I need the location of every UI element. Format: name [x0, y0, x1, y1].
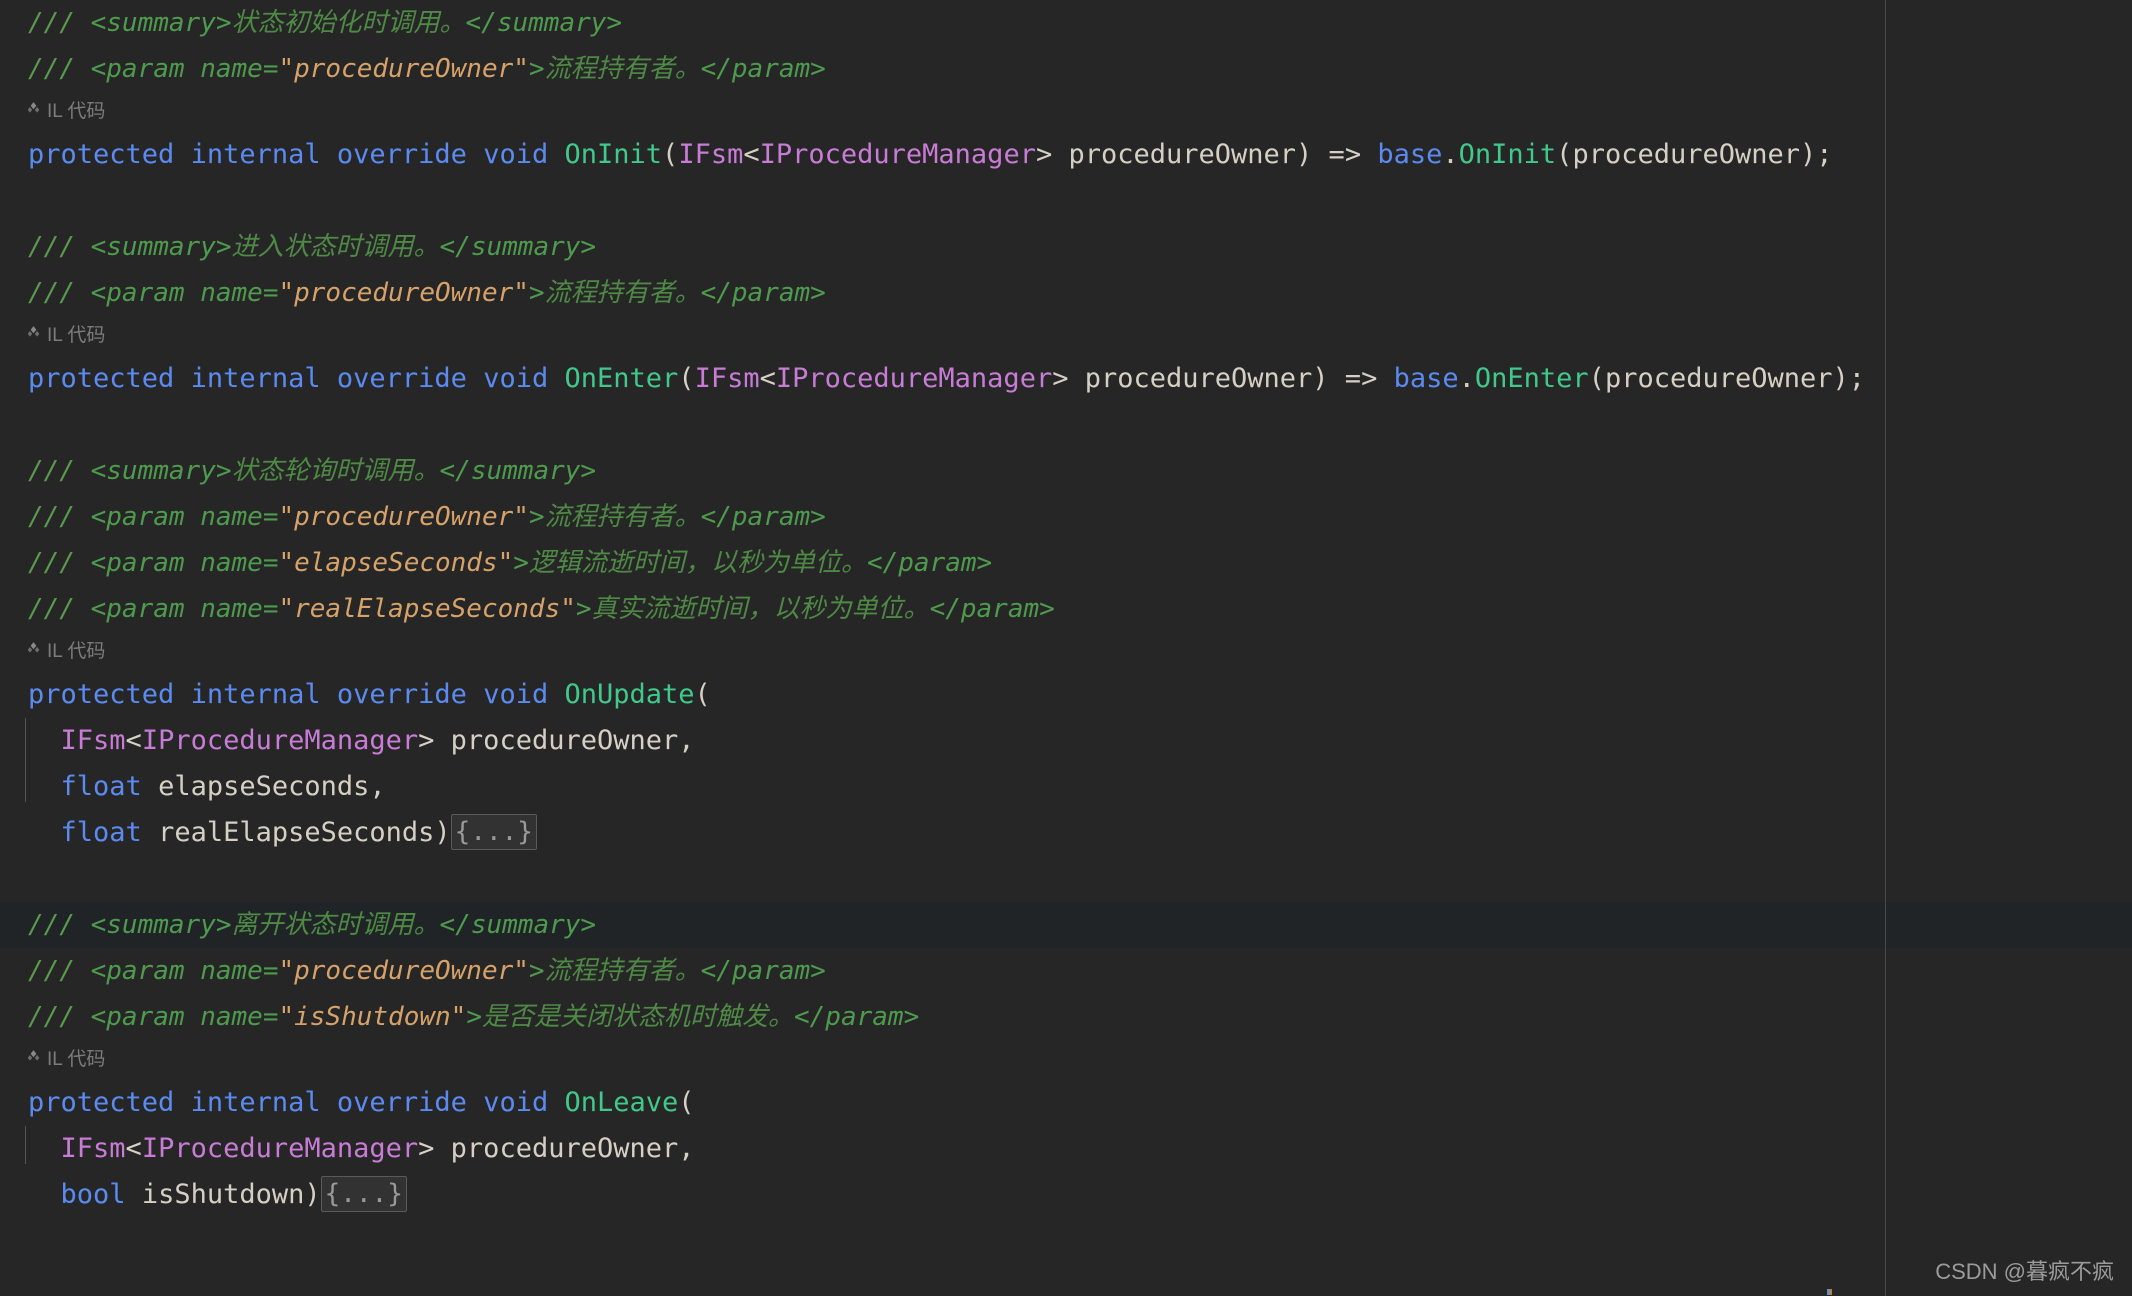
indent-guide: [25, 1126, 26, 1164]
code-line[interactable]: float elapseSeconds,: [0, 764, 2132, 810]
code-line[interactable]: protected internal override void OnLeave…: [0, 1080, 2132, 1126]
doc-comment-line[interactable]: /// <param name="procedureOwner">流程持有者。<…: [0, 948, 2132, 994]
diamond-icon: [26, 315, 41, 355]
watermark-label: CSDN @暮疯不疯: [1935, 1259, 2114, 1284]
diamond-icon: [26, 631, 41, 671]
diamond-icon: [27, 1050, 40, 1061]
code-line[interactable]: float realElapseSeconds) {...}: [0, 810, 2132, 856]
diamond-icon: [26, 1039, 41, 1079]
codelens-codelens-onenter[interactable]: IL 代码: [0, 316, 2132, 356]
codelens-label[interactable]: IL 代码: [47, 325, 105, 346]
diamond-icon: [27, 102, 40, 113]
blank-line[interactable]: [0, 856, 2132, 902]
diamond-icon: [26, 91, 41, 131]
doc-comment-line[interactable]: /// <summary>状态轮询时调用。</summary>: [0, 448, 2132, 494]
code-line[interactable]: protected internal override void OnUpdat…: [0, 672, 2132, 718]
code-line[interactable]: protected internal override void OnEnter…: [0, 356, 2132, 402]
doc-comment-line[interactable]: /// <param name="realElapseSeconds">真实流逝…: [0, 586, 2132, 632]
code-line[interactable]: protected internal override void OnInit(…: [0, 132, 2132, 178]
doc-comment-line[interactable]: /// <param name="procedureOwner">流程持有者。<…: [0, 494, 2132, 540]
codelens-label[interactable]: IL 代码: [47, 641, 105, 662]
doc-comment-line[interactable]: /// <summary>离开状态时调用。</summary>: [0, 902, 2132, 948]
code-line[interactable]: IFsm<IProcedureManager> procedureOwner,: [0, 718, 2132, 764]
blank-line[interactable]: [0, 178, 2132, 224]
vertical-ruler-guide: [1885, 0, 1886, 1296]
code-lines-container[interactable]: /// <summary>状态初始化时调用。</summary>/// <par…: [0, 0, 2132, 1296]
codelens-label[interactable]: IL 代码: [47, 101, 105, 122]
doc-comment-line[interactable]: /// <param name="elapseSeconds">逻辑流逝时间，以…: [0, 540, 2132, 586]
codelens-codelens-onleave[interactable]: IL 代码: [0, 1040, 2132, 1080]
code-line[interactable]: IFsm<IProcedureManager> procedureOwner,: [0, 1126, 2132, 1172]
doc-comment-line[interactable]: /// <summary>状态初始化时调用。</summary>: [0, 0, 2132, 46]
codelens-label[interactable]: IL 代码: [47, 1049, 105, 1070]
diamond-icon: [27, 326, 40, 337]
doc-comment-line[interactable]: /// <param name="procedureOwner">流程持有者。<…: [0, 270, 2132, 316]
diamond-icon: [27, 642, 40, 653]
doc-comment-line[interactable]: /// <summary>进入状态时调用。</summary>: [0, 224, 2132, 270]
doc-comment-line[interactable]: /// <param name="procedureOwner">流程持有者。<…: [0, 46, 2132, 92]
indent-guide: [25, 718, 26, 802]
blank-line[interactable]: [0, 402, 2132, 448]
collapsed-block-fold[interactable]: {...}: [320, 1175, 407, 1212]
scroll-marker-icon: [1827, 1289, 1832, 1295]
codelens-codelens-oninit[interactable]: IL 代码: [0, 92, 2132, 132]
codelens-codelens-onupdate[interactable]: IL 代码: [0, 632, 2132, 672]
code-editor-surface[interactable]: /// <summary>状态初始化时调用。</summary>/// <par…: [0, 0, 2132, 1296]
doc-comment-line[interactable]: /// <param name="isShutdown">是否是关闭状态机时触发…: [0, 994, 2132, 1040]
code-line[interactable]: bool isShutdown) {...}: [0, 1172, 2132, 1218]
collapsed-block-fold[interactable]: {...}: [450, 813, 537, 850]
